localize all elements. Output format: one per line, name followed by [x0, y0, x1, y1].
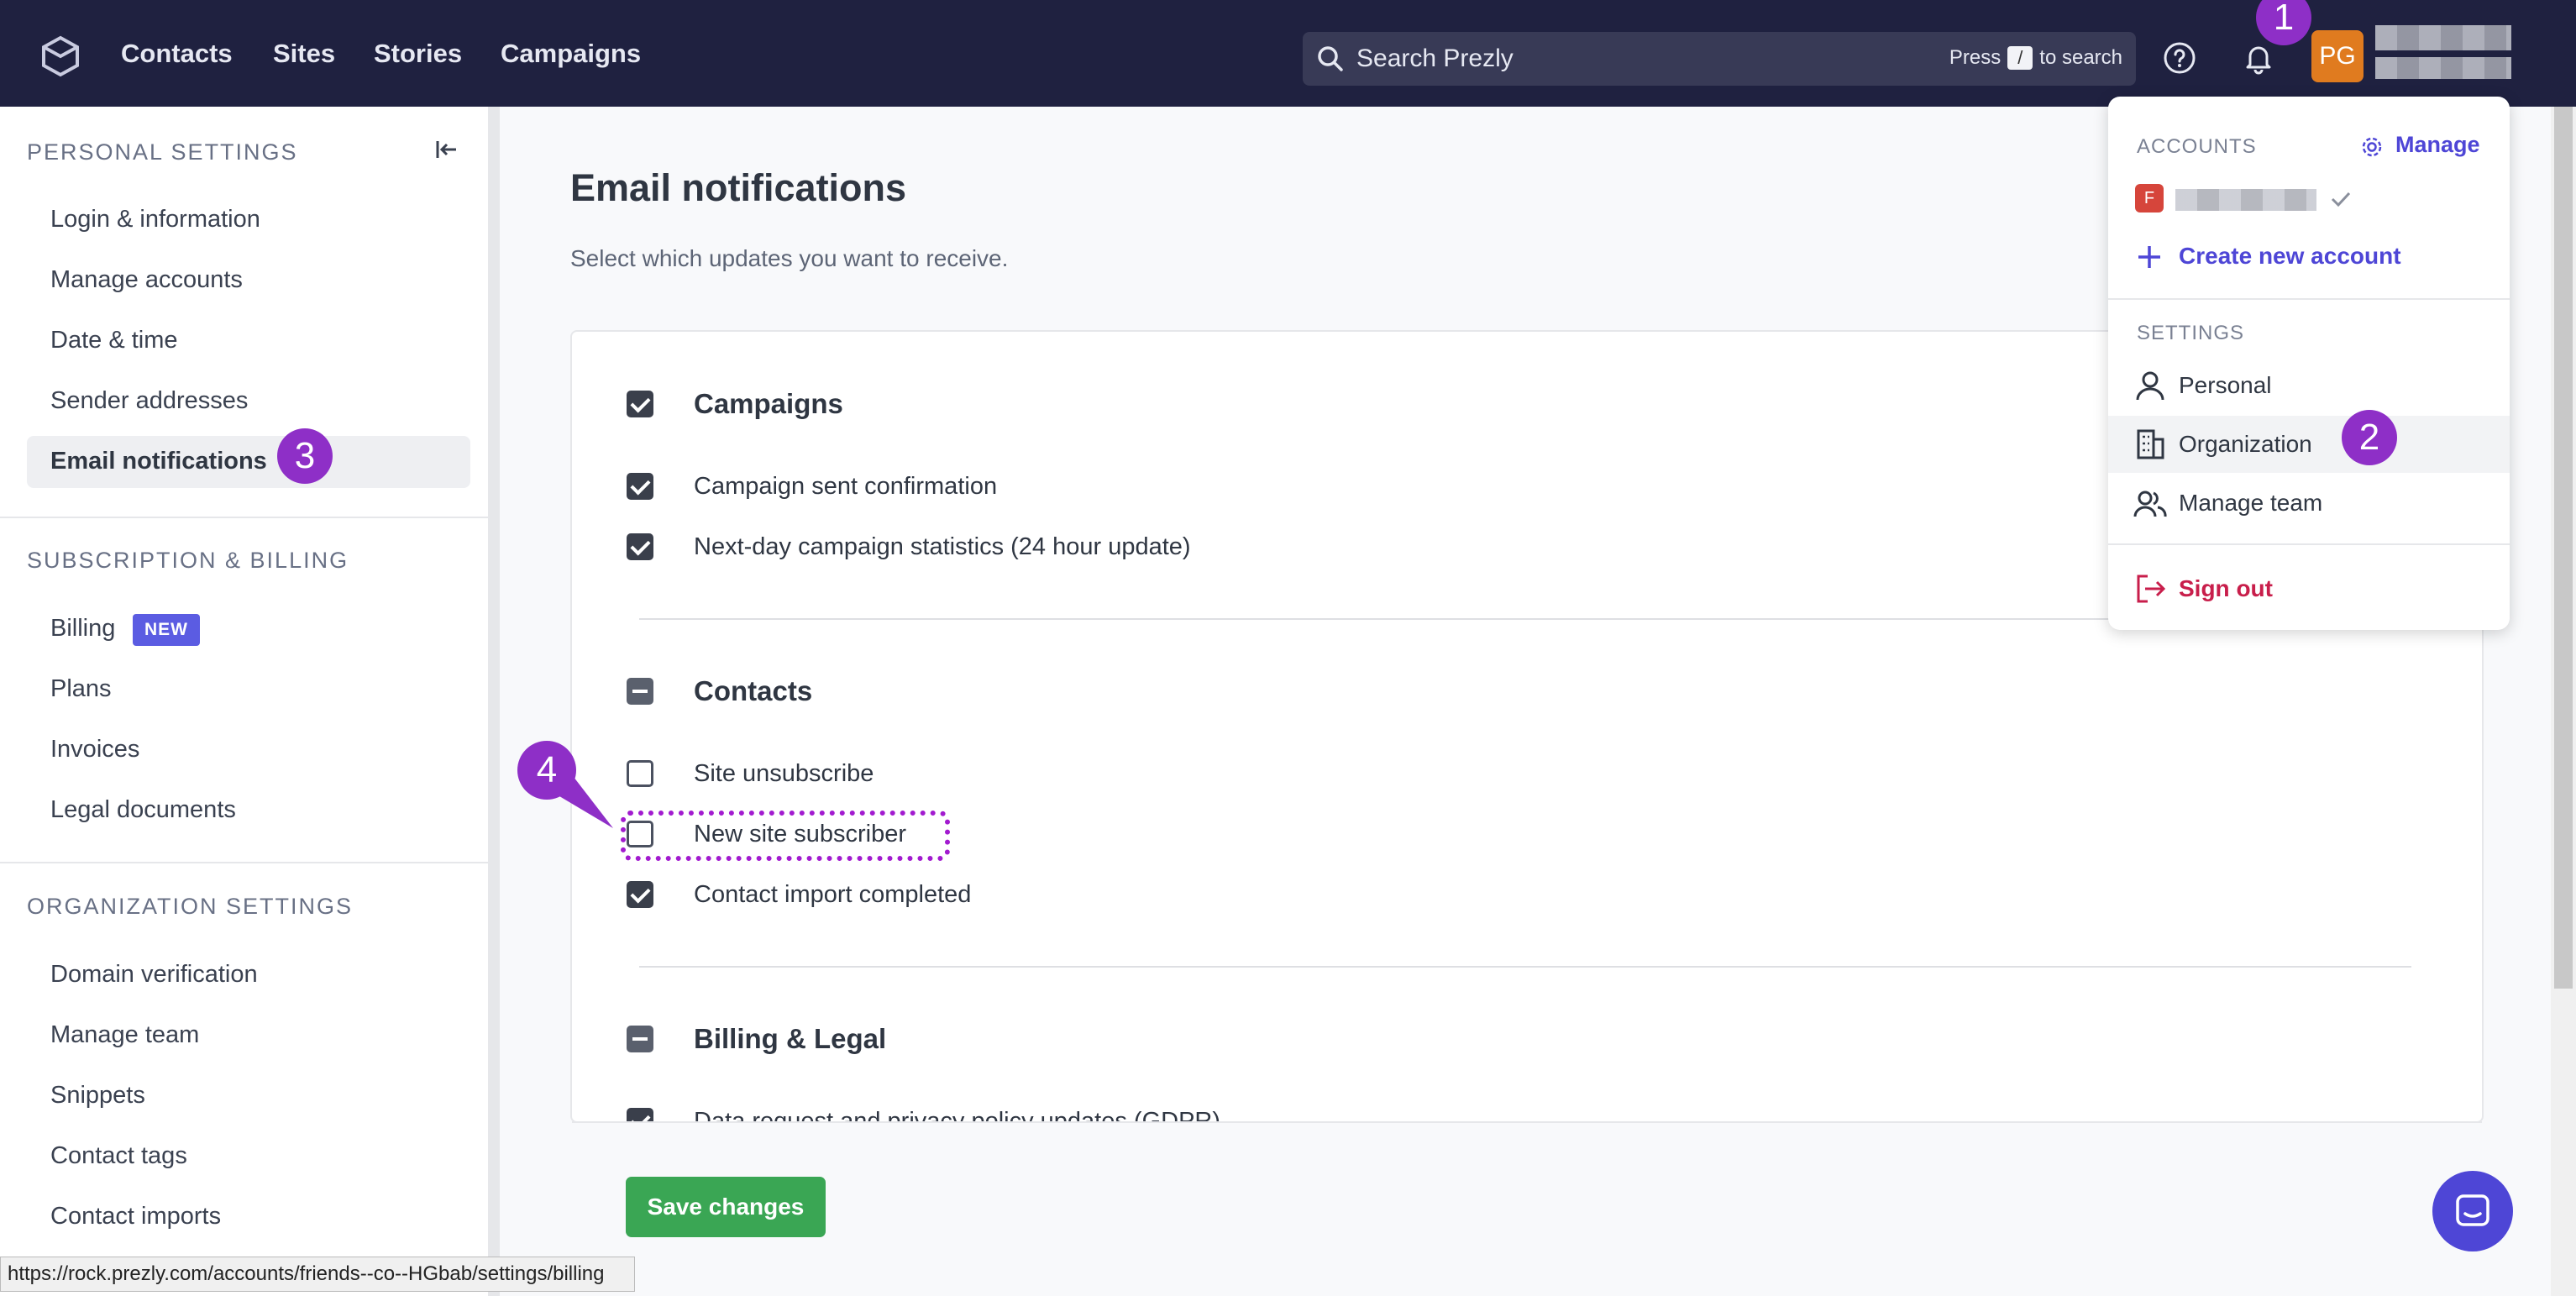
option-label: Site unsubscribe [694, 760, 874, 787]
group-label-contacts: Contacts [694, 675, 813, 706]
sidebar-item-invoices[interactable]: Invoices [50, 736, 139, 763]
settings-sidebar: PERSONAL SETTINGS Login & information Ma… [0, 107, 500, 1296]
chat-launcher-button[interactable] [2432, 1171, 2513, 1251]
sign-out-icon [2137, 575, 2166, 603]
team-icon [2133, 491, 2167, 517]
sidebar-item-sender-addresses[interactable]: Sender addresses [50, 387, 248, 415]
annotation-marker-4: 4 [517, 741, 576, 800]
create-new-account-link[interactable]: Create new account [2179, 243, 2401, 270]
search-bar[interactable]: Press / to search [1303, 32, 2136, 86]
blurred-user-name [2375, 25, 2511, 50]
prezly-logo-icon[interactable] [39, 34, 82, 78]
organization-settings-title: ORGANIZATION SETTINGS [27, 894, 354, 919]
campaign-stats-checkbox[interactable] [627, 533, 653, 560]
search-icon [1318, 46, 1343, 71]
annotation-marker-3: 3 [277, 428, 333, 484]
blurred-account-name [2375, 57, 2511, 79]
contact-import-checkbox[interactable] [627, 881, 653, 908]
account-dropdown-menu: ACCOUNTS Manage F Create new account SET… [2108, 97, 2510, 630]
plus-icon[interactable] [2135, 243, 2164, 271]
search-hint-suffix: to search [2039, 46, 2122, 69]
personal-settings-title: PERSONAL SETTINGS [27, 139, 298, 165]
group-divider [639, 966, 2411, 968]
collapse-sidebar-icon[interactable] [433, 136, 460, 163]
sidebar-item-manage-accounts[interactable]: Manage accounts [50, 266, 243, 294]
sidebar-item-legal-documents[interactable]: Legal documents [50, 796, 236, 824]
sidebar-item-snippets[interactable]: Snippets [50, 1082, 145, 1110]
scrollbar-thumb[interactable] [2554, 107, 2573, 989]
building-icon [2137, 429, 2164, 459]
campaigns-group-checkbox[interactable] [627, 391, 653, 417]
person-icon [2136, 371, 2164, 401]
contacts-group-checkbox[interactable] [627, 678, 653, 705]
search-input[interactable] [1356, 32, 1860, 86]
nav-sites[interactable]: Sites [273, 39, 335, 69]
sidebar-item-billing[interactable]: Billing [50, 615, 115, 643]
new-badge: NEW [133, 614, 200, 646]
manage-accounts-link[interactable]: Manage [2395, 132, 2480, 158]
sign-out-link[interactable]: Sign out [2179, 575, 2273, 602]
save-changes-button[interactable]: Save changes [626, 1177, 826, 1237]
dropdown-divider [2108, 543, 2510, 545]
dropdown-item-personal[interactable]: Personal [2179, 372, 2272, 399]
settings-title: SETTINGS [2137, 322, 2245, 344]
checkmark-icon [2331, 192, 2351, 207]
billing-legal-group-checkbox[interactable] [627, 1026, 653, 1052]
bell-icon[interactable] [2241, 40, 2276, 76]
sidebar-divider [0, 517, 488, 518]
sidebar-item-date-time[interactable]: Date & time [50, 327, 178, 354]
annotation-marker-2: 2 [2342, 410, 2397, 465]
page-title: Email notifications [570, 166, 907, 209]
page-subtitle: Select which updates you want to receive… [570, 245, 1009, 271]
group-label-billing-legal: Billing & Legal [694, 1023, 887, 1054]
search-hint-key: / [2007, 46, 2033, 70]
sidebar-item-plans[interactable]: Plans [50, 675, 112, 703]
help-icon[interactable] [2162, 40, 2197, 76]
option-label: Contact import completed [694, 881, 972, 908]
user-avatar[interactable]: PG [2311, 30, 2364, 82]
option-label: Campaign sent confirmation [694, 473, 998, 500]
blurred-account-name [2175, 189, 2316, 211]
accounts-title: ACCOUNTS [2137, 135, 2257, 158]
nav-campaigns[interactable]: Campaigns [501, 39, 641, 69]
sidebar-item-manage-team[interactable]: Manage team [50, 1021, 199, 1049]
group-label-campaigns: Campaigns [694, 388, 843, 419]
annotation-highlight-box [621, 811, 950, 861]
chat-icon [2456, 1194, 2489, 1226]
sidebar-item-domain-verification[interactable]: Domain verification [50, 961, 258, 989]
sidebar-item-email-notifications[interactable]: Email notifications [50, 448, 267, 475]
search-hint-press: Press [1949, 46, 2002, 69]
dropdown-divider [2108, 298, 2510, 300]
dropdown-item-organization[interactable]: Organization [2179, 431, 2312, 458]
sidebar-item-contact-imports[interactable]: Contact imports [50, 1203, 221, 1230]
subscription-billing-title: SUBSCRIPTION & BILLING [27, 548, 349, 573]
account-initial-badge[interactable]: F [2135, 184, 2164, 213]
top-navigation: Contacts Sites Stories Campaigns Press /… [0, 0, 2576, 107]
sidebar-divider [0, 862, 488, 863]
dropdown-item-manage-team[interactable]: Manage team [2179, 490, 2322, 517]
sidebar-item-login[interactable]: Login & information [50, 206, 260, 233]
sidebar-item-contact-tags[interactable]: Contact tags [50, 1142, 187, 1170]
site-unsubscribe-checkbox[interactable] [627, 760, 653, 787]
gear-icon[interactable] [2360, 135, 2384, 159]
nav-stories[interactable]: Stories [374, 39, 462, 69]
browser-status-url: https://rock.prezly.com/accounts/friends… [0, 1257, 635, 1292]
search-shortcut-hint: Press / to search [1949, 46, 2122, 70]
campaign-sent-checkbox[interactable] [627, 473, 653, 500]
nav-contacts[interactable]: Contacts [121, 39, 233, 69]
option-label: Next-day campaign statistics (24 hour up… [694, 533, 1191, 560]
card-bottom-border [572, 1121, 2482, 1123]
